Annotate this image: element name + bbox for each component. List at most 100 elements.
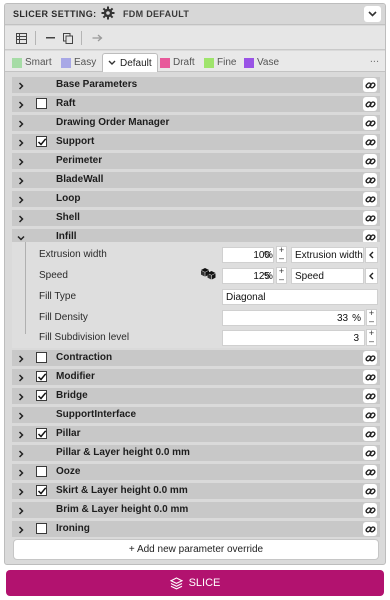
chevron-right-icon[interactable] [16, 390, 26, 402]
speed-stepper[interactable]: + – [276, 267, 287, 284]
copy-icon[interactable] [61, 29, 75, 47]
section-row[interactable]: Perimeter [12, 153, 380, 169]
section-row[interactable]: BladeWall [12, 172, 380, 188]
section-row[interactable]: Modifier [12, 369, 380, 385]
tab-draft[interactable]: Draft [160, 54, 195, 71]
toolbar-divider [81, 31, 82, 45]
section-row[interactable]: Contraction [12, 350, 380, 366]
extrusion-width-reference[interactable]: Extrusion width [291, 247, 364, 263]
section-checkbox[interactable] [36, 485, 47, 496]
link-icon[interactable] [363, 427, 377, 441]
chevron-right-icon[interactable] [16, 174, 26, 186]
link-icon[interactable] [363, 211, 377, 225]
link-icon[interactable] [363, 97, 377, 111]
section-row[interactable]: Support [12, 134, 380, 150]
chevron-right-icon[interactable] [16, 466, 26, 478]
tab-label: Easy [74, 57, 97, 68]
section-row[interactable]: Shell [12, 210, 380, 226]
cubes-icon[interactable] [201, 267, 216, 286]
link-icon[interactable] [363, 351, 377, 365]
fill-density-input[interactable]: 33 % [222, 310, 365, 326]
link-icon[interactable] [363, 135, 377, 149]
more-tabs-button[interactable]: ... [370, 53, 379, 65]
section-checkbox[interactable] [36, 136, 47, 147]
chevron-right-icon[interactable] [16, 193, 26, 205]
chevron-right-icon[interactable] [16, 485, 26, 497]
chevron-right-icon[interactable] [16, 371, 26, 383]
fill-subdivision-input[interactable]: 3 [222, 330, 365, 346]
minus-icon[interactable] [43, 29, 57, 47]
section-checkbox[interactable] [36, 466, 47, 477]
section-row[interactable]: Skirt & Layer height 0.0 mm [12, 483, 380, 499]
link-icon[interactable] [363, 446, 377, 460]
chevron-right-icon[interactable] [16, 504, 26, 516]
arrow-right-icon[interactable] [89, 29, 105, 47]
tab-color-swatch [12, 57, 22, 68]
link-icon[interactable] [363, 408, 377, 422]
section-checkbox[interactable] [36, 98, 47, 109]
section-row[interactable]: Raft [12, 96, 380, 112]
link-icon[interactable] [363, 154, 377, 168]
chevron-right-icon[interactable] [16, 98, 26, 110]
link-icon[interactable] [363, 503, 377, 517]
fill-density-value: 33 [336, 312, 349, 324]
profile-name[interactable]: FDM DEFAULT [123, 9, 189, 19]
tab-vase[interactable]: Vase [244, 54, 279, 71]
tab-fine[interactable]: Fine [204, 54, 236, 71]
tab-easy[interactable]: Easy [61, 54, 96, 71]
extrusion-width-stepper[interactable]: + – [276, 246, 287, 263]
section-label: Ooze [56, 466, 81, 477]
slice-button[interactable]: SLICE [6, 570, 384, 596]
chevron-down-icon[interactable] [364, 6, 381, 22]
link-icon[interactable] [363, 78, 377, 92]
section-row[interactable]: Pillar [12, 426, 380, 442]
tab-smart[interactable]: Smart [12, 54, 52, 71]
section-checkbox[interactable] [36, 371, 47, 382]
tab-default[interactable]: Default [102, 53, 158, 72]
link-icon[interactable] [363, 116, 377, 130]
chevron-right-icon[interactable] [16, 428, 26, 440]
section-row[interactable]: Ironing [12, 521, 380, 537]
tab-color-swatch [61, 57, 71, 68]
section-label: Loop [56, 193, 81, 204]
fill-density-stepper[interactable]: + – [366, 309, 377, 326]
section-checkbox[interactable] [36, 352, 47, 363]
gear-icon[interactable] [101, 6, 115, 20]
fill-subdivision-stepper[interactable]: + – [366, 329, 377, 346]
chevron-right-icon[interactable] [16, 523, 26, 535]
chevron-right-icon[interactable] [16, 155, 26, 167]
section-row[interactable]: Pillar & Layer height 0.0 mm [12, 445, 380, 461]
link-icon[interactable] [363, 370, 377, 384]
speed-reference[interactable]: Speed [291, 268, 364, 284]
section-row[interactable]: Ooze [12, 464, 380, 480]
chevron-right-icon[interactable] [16, 136, 26, 148]
link-icon[interactable] [363, 484, 377, 498]
link-icon[interactable] [363, 173, 377, 187]
section-row[interactable]: Brim & Layer height 0.0 mm [12, 502, 380, 518]
link-icon[interactable] [363, 522, 377, 536]
section-row[interactable]: Loop [12, 191, 380, 207]
section-row[interactable]: Bridge [12, 388, 380, 404]
link-icon[interactable] [363, 389, 377, 403]
section-row[interactable]: SupportInterface [12, 407, 380, 423]
chevron-right-icon[interactable] [16, 212, 26, 224]
checkmark-icon [37, 373, 47, 381]
chevron-right-icon[interactable] [16, 79, 26, 91]
link-icon[interactable] [363, 192, 377, 206]
section-checkbox[interactable] [36, 523, 47, 534]
chevron-right-icon[interactable] [16, 352, 26, 364]
fill-type-select[interactable]: Diagonal [222, 289, 378, 305]
section-row[interactable]: Drawing Order Manager [12, 115, 380, 131]
chevron-right-icon[interactable] [16, 409, 26, 421]
section-row[interactable]: Base Parameters [12, 77, 380, 93]
section-checkbox[interactable] [36, 390, 47, 401]
link-icon[interactable] [363, 465, 377, 479]
chevron-right-icon[interactable] [16, 447, 26, 459]
chevron-left-icon[interactable] [365, 247, 378, 263]
chevron-left-icon[interactable] [365, 268, 378, 284]
add-parameter-override-button[interactable]: + Add new parameter override [13, 539, 379, 560]
list-icon[interactable] [13, 29, 29, 47]
chevron-right-icon[interactable] [16, 117, 26, 129]
section-checkbox[interactable] [36, 428, 47, 439]
tab-label: Smart [25, 57, 52, 68]
